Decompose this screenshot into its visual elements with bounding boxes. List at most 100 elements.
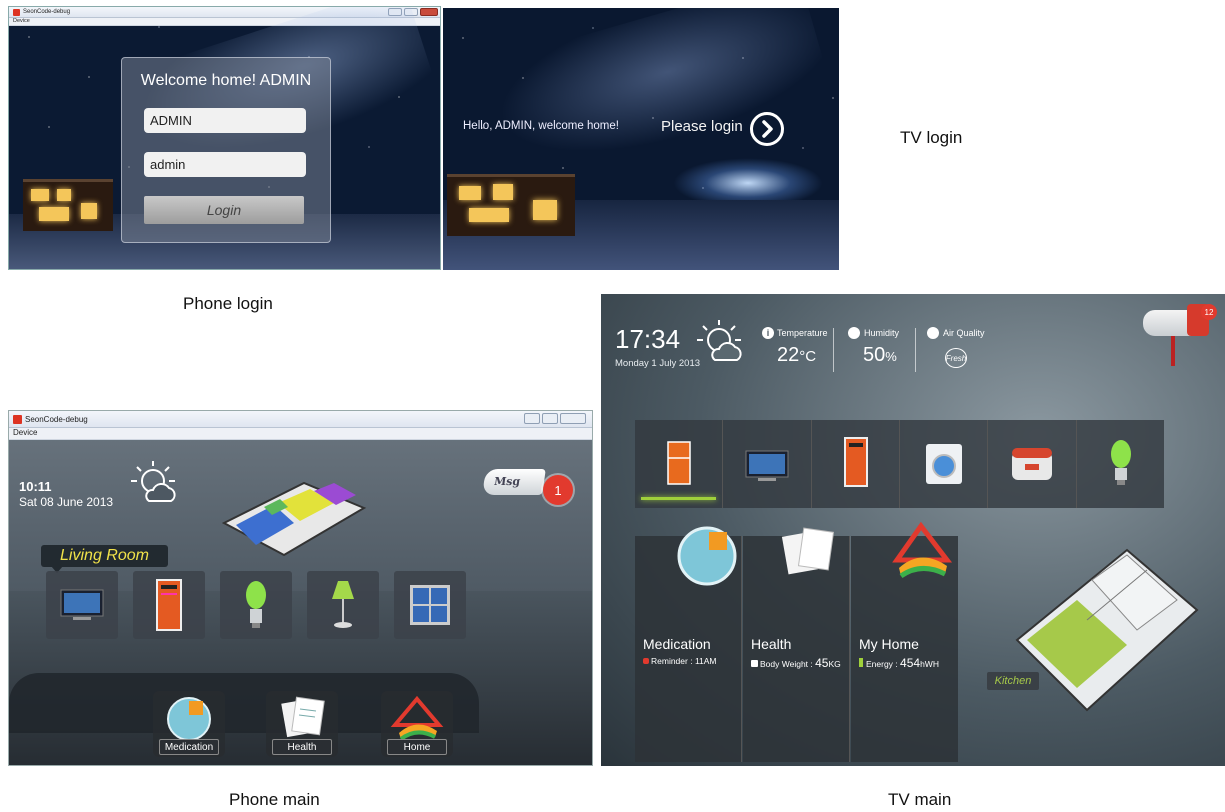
username-field[interactable]: ADMIN: [144, 108, 306, 133]
minimize-button[interactable]: [524, 413, 540, 424]
home-label: Home: [387, 739, 447, 755]
medication-label: Medication: [159, 739, 219, 755]
health-report-icon: [281, 696, 325, 738]
time-text: 10:11: [19, 479, 52, 494]
home-energy-icon: [892, 521, 953, 579]
air-quality-icon: [927, 327, 939, 339]
caption-phone-login: Phone login: [183, 294, 273, 313]
room-label-living-room[interactable]: Living Room: [41, 545, 168, 567]
close-button[interactable]: [420, 8, 438, 16]
window-title: SeonCode-debug: [25, 414, 88, 424]
device-tile-air-conditioner[interactable]: [133, 571, 205, 639]
medication-button[interactable]: Medication: [153, 691, 225, 757]
maximize-button[interactable]: [542, 413, 558, 424]
date-text: Monday 1 July 2013: [615, 358, 701, 369]
card-title: Health: [751, 636, 792, 652]
app-icon: [13, 8, 20, 16]
light-bulb-icon: [1110, 440, 1131, 485]
device-bar: [635, 420, 1164, 508]
phone-main-window: SeonCode-debug Device 10:11 Sat 08 June …: [8, 410, 593, 766]
air-conditioner-icon: [156, 579, 182, 631]
washing-machine-icon: [925, 444, 962, 484]
sunny-cloudy-icon: [131, 461, 176, 502]
window-title: SeonCode-debug: [23, 9, 71, 15]
caption-tv-login: TV login: [900, 128, 963, 147]
close-button[interactable]: [560, 413, 586, 424]
window-controls: [524, 413, 586, 424]
house-image: [23, 179, 113, 231]
temperature-value: 22: [777, 344, 800, 366]
phone-login-window: SeonCode-debug Device Welcome home! ADMI…: [8, 6, 441, 270]
chevron-right-icon: [762, 120, 773, 138]
device-tile-light-bulb[interactable]: [220, 571, 292, 639]
fridge-icon: [667, 441, 691, 485]
window-titlebar: SeonCode-debug: [9, 411, 592, 428]
floorplan-3d-image: [1015, 548, 1199, 712]
msg-badge: 1: [543, 475, 573, 505]
device-tv[interactable]: [723, 420, 812, 508]
login-button[interactable]: Login: [144, 196, 304, 224]
home-energy-icon: [390, 695, 444, 741]
medication-icon: [167, 697, 211, 741]
caption-tv-main: TV main: [888, 790, 952, 809]
selected-indicator: [641, 497, 717, 500]
health-label: Health: [272, 739, 332, 755]
card-my-home[interactable]: My Home Energy : 454hWH: [851, 521, 958, 762]
health-button[interactable]: Health: [266, 691, 338, 757]
login-dialog: Welcome home! ADMIN ADMIN admin Login: [121, 57, 331, 243]
device-fridge[interactable]: [635, 420, 724, 508]
sunny-cloudy-icon: [697, 320, 742, 361]
app-icon: [13, 414, 22, 424]
mailbox-icon[interactable]: [1143, 304, 1209, 366]
device-air-conditioner[interactable]: [812, 420, 900, 508]
device-washing-machine[interactable]: [900, 420, 989, 508]
light-bulb-icon: [246, 581, 266, 628]
tv-login-screen: Hello, ADMIN, welcome home! Please login: [443, 8, 839, 270]
msg-mailbox[interactable]: Msg: [482, 469, 546, 495]
humidity-unit: %: [885, 349, 897, 364]
device-tile-lamp[interactable]: [307, 571, 379, 639]
card-detail: Body Weight : 45KG: [751, 656, 841, 670]
arrow-right-circle-icon[interactable]: [750, 112, 784, 146]
device-tile-tv[interactable]: [46, 571, 118, 639]
device-tile-window[interactable]: [394, 571, 466, 639]
temperature-readout: 22°C: [777, 344, 816, 367]
card-title: Medication: [643, 636, 711, 652]
device-rice-cooker[interactable]: [988, 420, 1077, 508]
tv-icon: [60, 589, 104, 620]
health-report-icon: [781, 527, 835, 575]
mailbox-badge: 12: [1201, 304, 1217, 320]
room-label-kitchen[interactable]: Kitchen: [987, 672, 1039, 690]
temperature-label: Temperature: [777, 328, 828, 338]
caption-phone-main: Phone main: [229, 790, 320, 809]
info-icon: i: [762, 327, 774, 339]
msg-label: Msg: [493, 475, 522, 488]
welcome-text: Welcome home! ADMIN: [140, 72, 312, 89]
floorplan-3d-image: [221, 481, 367, 557]
tv-main-screen: 17:34 Monday 1 July 2013 i Temperature 2…: [601, 294, 1225, 766]
device-light-bulb[interactable]: [1077, 420, 1164, 508]
humidity-value: 50: [863, 344, 886, 366]
menu-device[interactable]: Device: [9, 428, 592, 440]
humidity-icon: [848, 327, 860, 339]
home-button[interactable]: Home: [381, 691, 453, 757]
humidity-readout: 50%: [863, 344, 897, 367]
humidity-label: Humidity: [864, 328, 900, 338]
window-blinds-icon: [410, 585, 450, 625]
tv-icon: [745, 450, 789, 481]
medication-icon: [677, 526, 737, 586]
card-medication[interactable]: Medication Reminder : 11AM: [635, 526, 742, 762]
date-text: Sat 08 June 2013: [19, 495, 114, 509]
air-conditioner-icon: [843, 437, 868, 487]
greeting-text: Hello, ADMIN, welcome home!: [463, 120, 619, 132]
card-detail: Reminder : 11AM: [643, 656, 717, 666]
lamp-icon: [332, 581, 354, 628]
rice-cooker-icon: [1012, 448, 1053, 480]
air-quality-label: Air Quality: [943, 328, 985, 338]
card-detail: Energy : 454hWH: [859, 656, 939, 670]
please-login-text: Please login: [661, 118, 743, 135]
battery-icon: [859, 658, 863, 667]
air-quality-value: Fresh: [945, 348, 967, 368]
password-field[interactable]: admin: [144, 152, 306, 177]
card-health[interactable]: Health Body Weight : 45KG: [743, 527, 850, 762]
